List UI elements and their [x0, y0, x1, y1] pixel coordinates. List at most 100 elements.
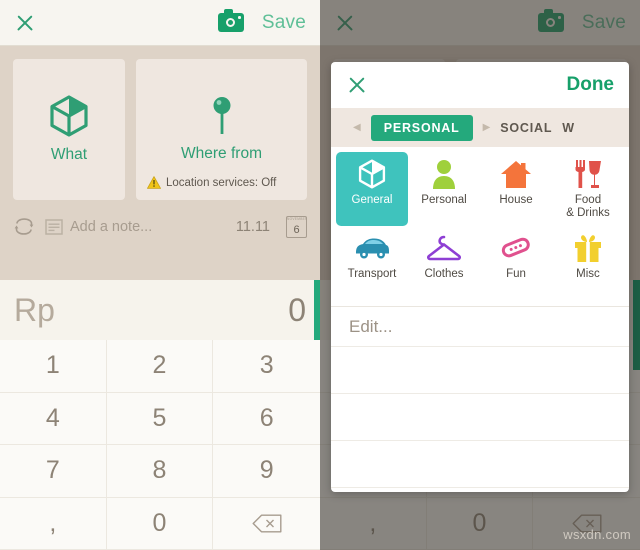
category-icon-wrap: [574, 158, 602, 190]
date-value[interactable]: 11.11: [236, 219, 270, 235]
repeat-icon[interactable]: [13, 218, 35, 235]
what-card-label: What: [50, 146, 88, 163]
key-backspace[interactable]: [213, 498, 320, 550]
box-icon: [50, 95, 88, 137]
amount-value: 0: [288, 291, 306, 328]
tab-work[interactable]: W: [562, 121, 575, 135]
blank-row: [331, 441, 629, 488]
right-panel: Save What Whe: [320, 0, 640, 550]
ticket-icon: [501, 237, 530, 258]
category-grid: General Personal House Food & Drinks Tra…: [331, 147, 629, 306]
category-food-drinks[interactable]: Food & Drinks: [552, 152, 624, 226]
key-2[interactable]: 2: [106, 340, 214, 393]
key-4[interactable]: 4: [0, 392, 107, 445]
category-picker-modal: Done ◀ PERSONAL ▶ SOCIAL W General Perso…: [331, 62, 629, 492]
edge-accent-bar: [633, 280, 640, 370]
top-bar: Save: [0, 0, 320, 46]
screen-root: Save What Where from Location services: …: [0, 0, 640, 550]
key-7[interactable]: 7: [0, 445, 107, 498]
amount-bar[interactable]: Rp 0: [0, 280, 320, 340]
close-icon[interactable]: [346, 74, 368, 96]
category-clothes[interactable]: Clothes: [408, 226, 480, 300]
key-0[interactable]: 0: [106, 497, 214, 550]
category-label: Food & Drinks: [566, 194, 610, 219]
what-card[interactable]: What: [13, 59, 125, 200]
form-area: What Where from Location services: Off A…: [0, 46, 320, 280]
blank-row: [331, 347, 629, 394]
calendar-header: NOVEMBER: [287, 216, 306, 221]
person-icon: [433, 160, 455, 189]
camera-icon[interactable]: [537, 9, 564, 32]
key-5[interactable]: 5: [106, 392, 214, 445]
map-pin-icon: [213, 97, 230, 134]
chevron-left-icon[interactable]: ◀: [353, 122, 361, 133]
category-general[interactable]: General: [336, 152, 408, 226]
category-icon-wrap: [427, 232, 461, 264]
key-comma[interactable]: ,: [0, 497, 107, 550]
cards-row: What Where from Location services: Off: [13, 59, 307, 200]
category-label: Misc: [576, 268, 600, 280]
category-icon-wrap: [500, 158, 532, 190]
save-button[interactable]: Save: [262, 12, 306, 34]
category-label: Fun: [506, 268, 526, 280]
tab-social[interactable]: SOCIAL: [500, 121, 552, 135]
left-panel: Save What Where from Location services: …: [0, 0, 320, 550]
key-6[interactable]: 6: [213, 393, 320, 445]
note-row: Add a note... 11.11 NOVEMBER 6: [13, 200, 307, 253]
tab-bar: ◀ PERSONAL ▶ SOCIAL W: [331, 108, 629, 147]
food-drinks-icon: [575, 160, 601, 188]
category-label: Transport: [347, 268, 397, 280]
category-label: House: [499, 194, 533, 206]
key-9[interactable]: 9: [213, 445, 320, 498]
watermark: wsxdn.com: [563, 527, 631, 542]
gift-icon: [575, 235, 601, 262]
save-button[interactable]: Save: [582, 12, 626, 34]
key-comma[interactable]: ,: [320, 497, 427, 550]
chevron-right-icon[interactable]: ▶: [483, 122, 491, 133]
warning-triangle-icon: [147, 176, 161, 189]
category-icon-wrap: [354, 232, 390, 264]
category-misc[interactable]: Misc: [552, 226, 624, 300]
where-from-card[interactable]: Where from Location services: Off: [136, 59, 307, 200]
calendar-icon[interactable]: NOVEMBER 6: [286, 215, 307, 238]
blank-row: [331, 394, 629, 441]
category-icon-wrap: [500, 232, 532, 264]
category-icon-wrap: [573, 232, 603, 264]
backspace-icon: [252, 514, 282, 533]
category-label: Personal: [421, 194, 467, 206]
close-icon[interactable]: [14, 12, 36, 34]
category-label: General: [351, 194, 393, 206]
edit-row[interactable]: Edit...: [331, 307, 629, 347]
key-1[interactable]: 1: [0, 340, 107, 393]
hanger-icon: [427, 235, 461, 261]
close-icon[interactable]: [334, 12, 356, 34]
category-icon-wrap: [358, 158, 386, 190]
category-transport[interactable]: Transport: [336, 226, 408, 300]
note-lines-icon[interactable]: [45, 218, 63, 236]
car-icon: [356, 238, 389, 259]
done-button[interactable]: Done: [567, 74, 615, 96]
keypad: 1 2 3 4 5 6 7 8 9 , 0: [0, 340, 320, 550]
house-icon: [501, 160, 531, 188]
edit-section: Edit...: [331, 306, 629, 488]
category-personal[interactable]: Personal: [408, 152, 480, 226]
where-from-card-label: Where from: [181, 145, 262, 162]
camera-icon[interactable]: [217, 9, 244, 32]
currency-symbol: Rp: [14, 291, 55, 328]
location-warning: Location services: Off: [147, 176, 276, 189]
key-backspace[interactable]: [533, 498, 640, 550]
modal-header: Done: [331, 62, 629, 108]
key-3[interactable]: 3: [213, 340, 320, 393]
box-icon: [358, 159, 386, 189]
location-warning-text: Location services: Off: [166, 176, 277, 189]
calendar-day: 6: [293, 223, 300, 236]
key-8[interactable]: 8: [106, 445, 214, 498]
note-input[interactable]: Add a note...: [70, 219, 226, 235]
top-bar-right: Save: [320, 0, 640, 46]
category-house[interactable]: House: [480, 152, 552, 226]
key-0[interactable]: 0: [426, 497, 534, 550]
tab-personal[interactable]: PERSONAL: [370, 114, 473, 141]
category-label: Clothes: [424, 268, 464, 280]
category-icon-wrap: [431, 158, 457, 190]
category-fun[interactable]: Fun: [480, 226, 552, 300]
